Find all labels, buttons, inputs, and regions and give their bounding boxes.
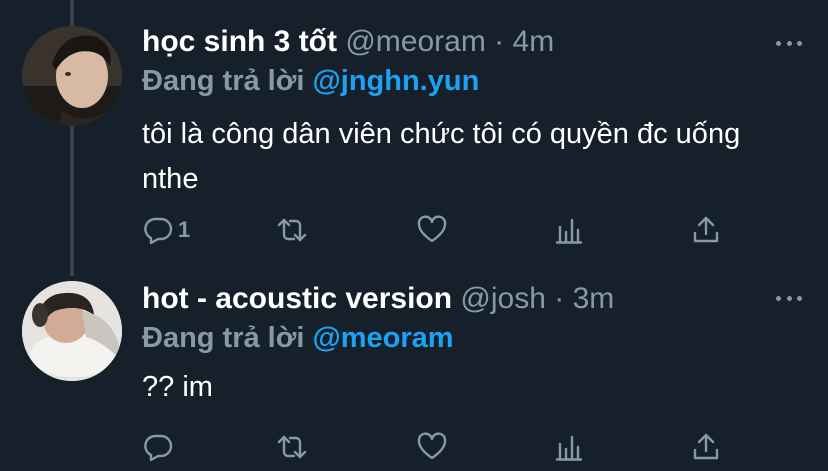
more-icon[interactable] — [776, 285, 802, 311]
reply-button[interactable] — [142, 427, 178, 467]
heart-icon — [417, 215, 447, 243]
mention-link[interactable]: @jnghn.yun — [312, 65, 479, 97]
timestamp[interactable]: 4m — [513, 25, 555, 58]
avatar[interactable] — [22, 281, 122, 381]
analytics-icon — [555, 435, 583, 461]
tweet-header: hot - acoustic version @josh · 3m — [142, 279, 614, 319]
separator: · — [554, 282, 565, 315]
tweet-actions — [142, 427, 732, 467]
like-button[interactable] — [416, 210, 448, 250]
display-name[interactable]: hot - acoustic version — [142, 282, 452, 315]
share-icon — [693, 433, 719, 460]
heart-icon — [417, 432, 447, 460]
replying-to-label: Đang trả lời — [142, 65, 305, 97]
timestamp[interactable]: 3m — [573, 282, 615, 315]
retweet-icon — [277, 218, 307, 242]
display-name[interactable]: học sinh 3 tốt — [142, 25, 337, 58]
analytics-button[interactable] — [554, 210, 586, 250]
tweet[interactable]: học sinh 3 tốt @meoram · 4m Đang trả lời… — [0, 0, 828, 271]
reply-icon — [144, 217, 173, 245]
reply-button[interactable]: 1 — [142, 210, 190, 250]
reply-count: 1 — [178, 217, 191, 242]
more-icon[interactable] — [776, 30, 802, 56]
mention-link[interactable]: @meoram — [312, 322, 453, 354]
tweet-header: học sinh 3 tốt @meoram · 4m — [142, 22, 554, 62]
replying-to: Đang trả lời @meoram — [142, 319, 454, 357]
share-icon — [693, 216, 719, 243]
replying-to-label: Đang trả lời — [142, 322, 305, 354]
retweet-button[interactable] — [276, 210, 308, 250]
replying-to: Đang trả lời @jnghn.yun — [142, 62, 479, 100]
separator: · — [494, 25, 505, 58]
tweet-text: ?? im — [142, 371, 213, 403]
share-button[interactable] — [690, 427, 722, 467]
share-button[interactable] — [690, 210, 722, 250]
tweet-text: tôi là công dân viên chức tôi có quyền đ… — [142, 118, 741, 195]
retweet-icon — [277, 435, 307, 459]
avatar[interactable] — [22, 26, 122, 126]
reply-icon — [144, 434, 173, 462]
user-handle[interactable]: @meoram — [345, 25, 485, 58]
tweet-actions: 1 — [142, 210, 732, 250]
tweet[interactable]: hot - acoustic version @josh · 3m Đang t… — [0, 271, 828, 471]
retweet-button[interactable] — [276, 427, 308, 467]
analytics-icon — [555, 218, 583, 244]
analytics-button[interactable] — [554, 427, 586, 467]
like-button[interactable] — [416, 427, 448, 467]
user-handle[interactable]: @josh — [460, 282, 546, 315]
